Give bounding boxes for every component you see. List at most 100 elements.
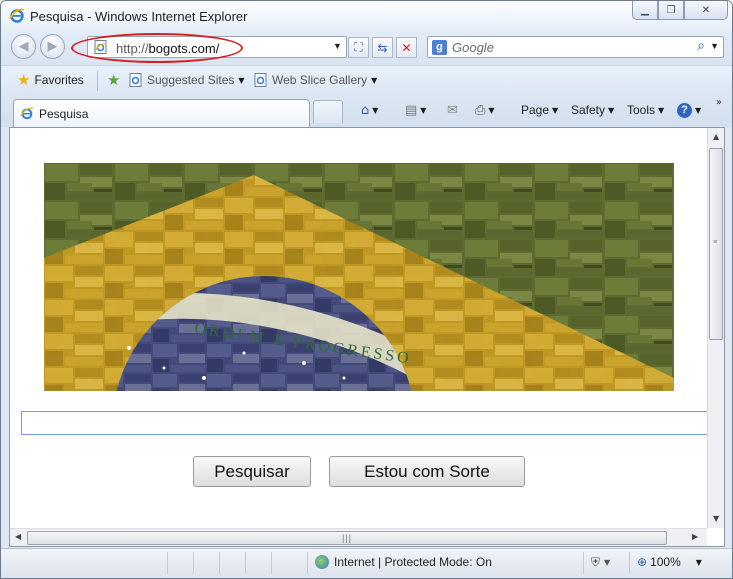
chevron-down-icon: ▼ [372, 106, 379, 115]
suggested-sites-label: Suggested Sites [147, 73, 235, 87]
chevron-down-icon: ▼ [608, 105, 615, 115]
close-button[interactable]: ✕ [684, 1, 728, 20]
page-menu-button[interactable]: Page ▼ [521, 103, 558, 117]
security-zone[interactable]: Internet | Protected Mode: On [315, 555, 492, 569]
zoom-level: 100% [650, 555, 681, 569]
add-favorite-icon: ★ [107, 71, 121, 89]
title-bar: Pesquisa - Windows Internet Explorer ▁ ❐… [1, 1, 732, 31]
web-slice-gallery-button[interactable]: Web Slice Gallery ▼ [254, 73, 377, 87]
chevron-down-icon: ▼ [420, 106, 427, 115]
page-icon [94, 40, 107, 54]
add-to-favorites-bar-button[interactable]: ★ [107, 71, 121, 89]
status-divider [245, 552, 246, 574]
status-divider [271, 552, 272, 574]
safety-menu-button[interactable]: Safety ▼ [571, 103, 614, 117]
horizontal-scrollbar[interactable]: ◀ ||| ▶ [10, 528, 707, 546]
google-icon: g [432, 40, 447, 55]
status-bar: Internet | Protected Mode: On ⛨ ▼ ⊕ 100%… [1, 548, 732, 578]
toolbar-overflow-icon[interactable]: » [716, 97, 722, 108]
status-divider [219, 552, 220, 574]
horizontal-scroll-thumb[interactable]: ||| [27, 531, 667, 545]
search-placeholder: Google [452, 40, 494, 55]
stop-button[interactable]: ✕ [396, 37, 417, 58]
scroll-down-icon[interactable]: ▼ [713, 514, 719, 523]
compatibility-icon: ⛶ [354, 40, 363, 54]
back-button[interactable]: ◀ [11, 34, 36, 59]
ie-page-icon [129, 73, 142, 87]
help-menu-button[interactable]: ? ▼ [677, 103, 701, 118]
status-divider [167, 552, 168, 574]
favorites-button[interactable]: ★ Favorites [17, 71, 84, 89]
read-mail-button[interactable]: ✉ [447, 103, 458, 118]
search-input[interactable]: g Google ⌕ ▼ [427, 36, 724, 58]
restore-button[interactable]: ❐ [658, 1, 684, 20]
window-controls: ▁ ❐ ✕ [632, 1, 728, 21]
refresh-icon: ⇆ [377, 40, 388, 55]
brazil-flag-banner-image: ORDEM E PROGRESSO [44, 163, 674, 391]
chevron-down-icon: ▼ [604, 558, 611, 567]
search-options-dropdown-icon[interactable]: ▼ [710, 41, 719, 51]
favorites-star-icon: ★ [17, 71, 31, 89]
favorites-bar: ★ Favorites ★ Suggested Sites ▼ Web Slic… [1, 65, 732, 95]
tools-menu-label: Tools [627, 103, 656, 117]
favorites-separator [97, 71, 98, 91]
shield-icon: ⛨ [591, 555, 601, 569]
stop-icon: ✕ [401, 40, 412, 55]
scroll-right-icon[interactable]: ▶ [692, 532, 698, 541]
address-dropdown-icon[interactable]: ▼ [333, 41, 342, 51]
window-title: Pesquisa - Windows Internet Explorer [30, 9, 248, 24]
tools-menu-button[interactable]: Tools ▼ [627, 103, 664, 117]
new-tab-button[interactable] [313, 100, 343, 123]
minimize-button[interactable]: ▁ [632, 1, 658, 20]
suggested-sites-button[interactable]: Suggested Sites ▼ [129, 73, 245, 87]
zoom-button[interactable]: ⊕ 100% ▼ [637, 555, 702, 569]
security-zone-label: Internet | Protected Mode: On [334, 555, 492, 569]
page-viewport: ORDEM E PROGRESSO Pesquisar Estou com So… [9, 127, 725, 547]
status-divider [583, 552, 584, 574]
feeling-lucky-button[interactable]: Estou com Sorte [329, 456, 525, 487]
vertical-scroll-thumb[interactable]: ≡ [709, 148, 723, 340]
globe-icon [315, 555, 329, 569]
web-slice-gallery-label: Web Slice Gallery [272, 73, 368, 87]
help-icon: ? [677, 103, 692, 118]
search-query-input[interactable] [21, 411, 709, 435]
search-icon[interactable]: ⌕ [697, 38, 705, 54]
chevron-down-icon: ▼ [488, 106, 495, 115]
address-row: ◀ ▶ http://bogots.com/ ▼ ⛶ ⇆ ✕ g Google [1, 31, 732, 65]
chevron-down-icon: ▼ [552, 105, 559, 115]
forward-button[interactable]: ▶ [40, 34, 65, 59]
grip-icon: ≡ [713, 239, 718, 246]
home-icon: ⌂ [361, 103, 370, 118]
chevron-down-icon: ▼ [695, 557, 702, 567]
scroll-up-icon[interactable]: ▲ [713, 132, 719, 141]
tab-command-row: Pesquisa ⌂ ▼ ▤ ▼ ✉ ⎙ ▼ Page ▼ Safety ▼ T… [1, 95, 732, 127]
home-button[interactable]: ⌂ ▼ [361, 103, 378, 118]
print-button[interactable]: ⎙ ▼ [475, 103, 495, 118]
rss-feed-icon: ▤ [405, 103, 418, 118]
favorites-label: Favorites [34, 73, 84, 87]
printer-icon: ⎙ [475, 103, 486, 118]
ie-logo-icon [9, 8, 25, 23]
tab-pesquisa[interactable]: Pesquisa [13, 99, 310, 127]
refresh-button[interactable]: ⇆ [372, 37, 393, 58]
address-input[interactable]: http://bogots.com/ ▼ [87, 36, 347, 58]
back-arrow-icon: ◀ [18, 39, 29, 54]
scroll-left-icon[interactable]: ◀ [15, 532, 21, 541]
tab-label: Pesquisa [39, 107, 89, 121]
chevron-down-icon: ▼ [695, 106, 702, 115]
url-host: bogots.com/ [148, 41, 220, 56]
browser-window: Pesquisa - Windows Internet Explorer ▁ ❐… [0, 0, 733, 579]
status-divider [193, 552, 194, 574]
vertical-scrollbar[interactable]: ▲ ≡ ▼ [707, 128, 724, 528]
url-scheme: http:// [116, 41, 149, 56]
grip-icon: ||| [342, 533, 353, 543]
zoom-icon: ⊕ [637, 555, 648, 569]
protected-mode-button[interactable]: ⛨ ▼ [591, 555, 610, 570]
search-button[interactable]: Pesquisar [193, 456, 311, 487]
chevron-down-icon: ▼ [371, 75, 378, 85]
page-menu-label: Page [521, 103, 550, 117]
forward-arrow-icon: ▶ [47, 39, 58, 54]
feeds-button[interactable]: ▤ ▼ [405, 103, 426, 118]
chevron-down-icon: ▼ [238, 75, 245, 85]
compatibility-view-button[interactable]: ⛶ [348, 37, 369, 58]
